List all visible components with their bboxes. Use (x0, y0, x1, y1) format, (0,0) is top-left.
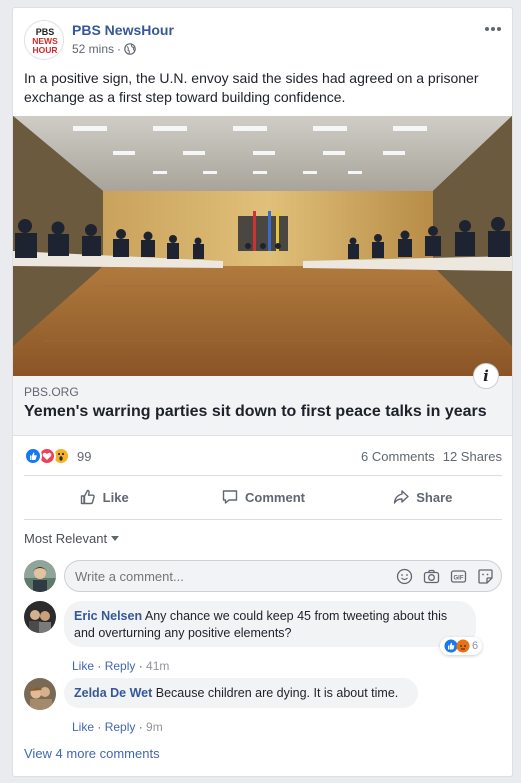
comment-bubble: Zelda De Wet Because children are dying.… (64, 678, 418, 708)
info-icon[interactable]: i (473, 363, 499, 389)
comment-text-cont: and overturning any positive elements? (74, 626, 292, 640)
comment-text: Because children are dying. It is about … (155, 686, 399, 700)
like-icon (80, 489, 95, 505)
link-title[interactable]: Yemen's warring parties sit down to firs… (24, 403, 487, 421)
composer-icons: GIF (396, 568, 494, 585)
comment-item: Zelda De Wet Because children are dying.… (24, 678, 502, 734)
divider (24, 519, 502, 520)
comment-time[interactable]: 41m (146, 659, 169, 673)
angry-reaction-icon (456, 639, 470, 653)
reaction-icons[interactable] (24, 447, 70, 465)
view-more-comments-link[interactable]: View 4 more comments (24, 746, 160, 761)
svg-text:GIF: GIF (454, 575, 464, 581)
comment-item: Eric Nelsen Any chance we could keep 45 … (24, 601, 502, 673)
comment-actions: Like · Reply · 9m (72, 720, 163, 734)
pbs-newshour-logo: PBS NEWS HOUR (25, 21, 63, 59)
post-actions: Like Comment Share (24, 481, 502, 513)
post-text: In a positive sign, the U.N. envoy said … (24, 70, 479, 105)
comment-reactions[interactable]: 6 (440, 637, 483, 655)
comment-time[interactable]: 9m (146, 720, 163, 734)
more-icon (485, 27, 501, 31)
comment-button[interactable]: Comment (183, 481, 342, 513)
gif-icon[interactable]: GIF (450, 568, 467, 585)
like-reaction-icon (24, 447, 42, 465)
share-label: Share (416, 489, 453, 505)
comment-actions: Like · Reply · 41m (72, 659, 170, 673)
comment-text: Any chance we could keep 45 from tweetin… (144, 609, 448, 623)
emoji-icon[interactable] (396, 568, 413, 585)
share-button[interactable]: Share (343, 481, 502, 513)
comments-count[interactable]: 6 Comments (361, 449, 435, 464)
commenter-avatar[interactable] (24, 678, 56, 710)
shares-count[interactable]: 12 Shares (443, 449, 502, 464)
reactions-summary: 99 6 Comments 12 Shares (24, 447, 502, 467)
comment-reply-link[interactable]: Reply (105, 720, 136, 734)
comment-composer: GIF (24, 560, 502, 592)
reaction-count[interactable]: 99 (77, 449, 91, 464)
svg-text:HOUR: HOUR (32, 45, 57, 55)
post-time[interactable]: 52 mins (72, 42, 114, 56)
comment-like-link[interactable]: Like (72, 659, 94, 673)
more-options-button[interactable] (484, 24, 502, 32)
meta-separator: · (117, 42, 122, 56)
share-icon (394, 490, 409, 504)
globe-icon (124, 43, 136, 55)
link-domain: PBS.ORG (24, 385, 79, 399)
commenter-avatar[interactable] (24, 601, 56, 633)
camera-icon[interactable] (423, 568, 440, 585)
like-button[interactable]: Like (24, 481, 183, 513)
conference-room-photo (13, 116, 512, 376)
comment-reaction-count: 6 (472, 640, 479, 652)
divider (24, 475, 502, 476)
comments-shares: 6 Comments 12 Shares (353, 449, 502, 464)
dropdown-arrow-icon (111, 535, 120, 541)
post-header: PBS NEWS HOUR PBS NewsHour 52 mins · (24, 20, 502, 60)
comment-sort-dropdown[interactable]: Most Relevant (24, 531, 120, 546)
like-label: Like (102, 489, 129, 505)
sort-label: Most Relevant (24, 531, 108, 546)
post-meta: 52 mins · (72, 42, 136, 56)
comment-label: Comment (245, 489, 305, 505)
link-preview-image[interactable] (13, 116, 512, 376)
comment-icon (222, 490, 238, 504)
comment-bubble: Eric Nelsen Any chance we could keep 45 … (64, 601, 476, 647)
comment-author[interactable]: Zelda De Wet (74, 686, 152, 700)
comment-author[interactable]: Eric Nelsen (74, 609, 142, 623)
current-user-avatar[interactable] (24, 560, 56, 592)
sticker-icon[interactable] (477, 568, 494, 585)
link-preview-info[interactable]: PBS.ORG Yemen's warring parties sit down… (13, 363, 512, 436)
page-name-link[interactable]: PBS NewsHour (72, 22, 174, 38)
comment-reply-link[interactable]: Reply (105, 659, 136, 673)
post-card: PBS NEWS HOUR PBS NewsHour 52 mins · In … (12, 7, 513, 777)
comment-like-link[interactable]: Like (72, 720, 94, 734)
page-logo[interactable]: PBS NEWS HOUR (24, 20, 64, 60)
